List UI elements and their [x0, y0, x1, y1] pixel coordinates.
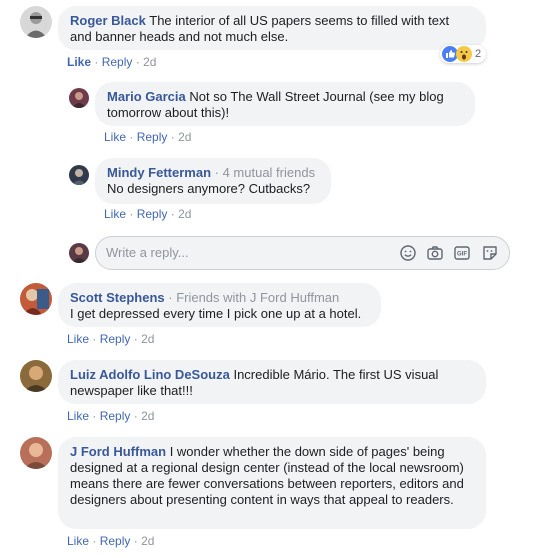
reply-bubble: Mindy Fetterman · 4 mutual friends No de… [95, 158, 331, 204]
comment-bubble: Roger Black The interior of all US paper… [58, 6, 486, 50]
comment-author[interactable]: J Ford Huffman [70, 444, 166, 459]
avatar-current-user [69, 243, 89, 263]
camera-icon[interactable] [426, 244, 444, 262]
comment-timestamp[interactable]: 2d [178, 130, 191, 144]
avatar-scott-stephens[interactable] [20, 283, 52, 315]
wow-reaction-icon [456, 46, 472, 62]
reply-composer: GIF [95, 236, 510, 270]
like-link[interactable]: Like [67, 534, 89, 548]
comment-timestamp[interactable]: 2d [178, 207, 191, 221]
comment-actions: Like · Reply · 2d [104, 207, 192, 221]
emoji-icon[interactable] [399, 244, 417, 262]
svg-text:GIF: GIF [457, 252, 467, 258]
avatar-j-ford-huffman[interactable] [20, 437, 52, 469]
like-link[interactable]: Like [104, 130, 126, 144]
comment-actions: Like · Reply · 2d [104, 130, 192, 144]
comment-text: No designers anymore? Cutbacks? [107, 181, 311, 196]
comment-timestamp[interactable]: 2d [141, 332, 154, 346]
reactions-summary[interactable]: 2 [440, 45, 487, 63]
comment-bubble: J Ford Huffman I wonder whether the down… [58, 437, 486, 529]
comment-timestamp[interactable]: 2d [141, 409, 154, 423]
like-link[interactable]: Like [67, 55, 91, 69]
like-link[interactable]: Like [104, 207, 126, 221]
reply-bubble: Mario Garcia Not so The Wall Street Jour… [95, 82, 475, 126]
comment-author[interactable]: Roger Black [70, 13, 146, 28]
reaction-count: 2 [475, 48, 482, 60]
avatar-luiz-desouza[interactable] [20, 360, 52, 392]
comment-author[interactable]: Scott Stephens [70, 290, 165, 305]
sticker-icon[interactable] [481, 244, 499, 262]
comment-actions: Like · Reply · 2d [67, 332, 155, 346]
reply-link[interactable]: Reply [100, 534, 131, 548]
reply-link[interactable]: Reply [137, 130, 168, 144]
mutual-friends: · 4 mutual friends [214, 165, 316, 180]
comment-actions: Like · Reply · 2d [67, 409, 155, 423]
comment-actions: Like · Reply · 2d [67, 55, 157, 69]
avatar-mindy-fetterman[interactable] [69, 165, 89, 185]
reply-link[interactable]: Reply [100, 409, 131, 423]
reply-link[interactable]: Reply [137, 207, 168, 221]
comment-bubble: Luiz Adolfo Lino DeSouza Incredible Mári… [58, 360, 486, 404]
reply-link[interactable]: Reply [100, 332, 131, 346]
comment-text: I get depressed every time I pick one up… [70, 306, 362, 321]
comment-timestamp[interactable]: 2d [143, 55, 156, 69]
comment-author[interactable]: Mario Garcia [107, 89, 186, 104]
like-link[interactable]: Like [67, 332, 89, 346]
comment-bubble: Scott Stephens · Friends with J Ford Huf… [58, 283, 381, 327]
like-link[interactable]: Like [67, 409, 89, 423]
comment-timestamp[interactable]: 2d [141, 534, 154, 548]
comment-author[interactable]: Luiz Adolfo Lino DeSouza [70, 367, 230, 382]
gif-icon[interactable]: GIF [453, 244, 471, 262]
reply-link[interactable]: Reply [102, 55, 133, 69]
comment-author[interactable]: Mindy Fetterman [107, 165, 211, 180]
avatar-roger-black[interactable] [20, 6, 52, 38]
avatar-mario-garcia[interactable] [69, 88, 89, 108]
friends-with: · Friends with J Ford Huffman [168, 290, 340, 305]
reply-input[interactable] [106, 245, 376, 260]
comment-actions: Like · Reply · 2d [67, 534, 155, 548]
